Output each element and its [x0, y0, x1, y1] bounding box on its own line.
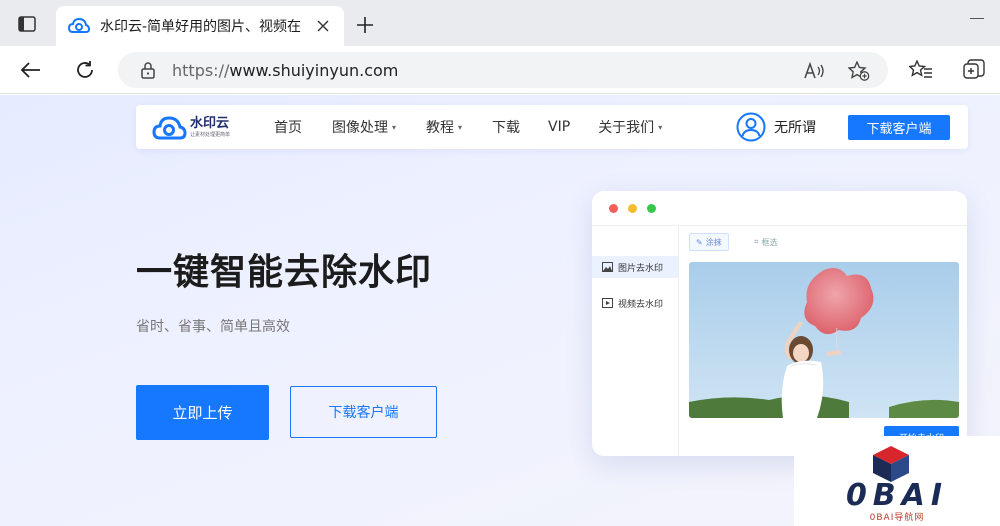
close-icon[interactable] — [312, 15, 334, 37]
site-favicon-icon — [68, 17, 90, 33]
nav-item-home[interactable]: 首页 — [274, 117, 302, 137]
sidebar-toggle-icon[interactable] — [14, 12, 40, 36]
browser-toolbar: https://www.shuiyinyun.com — [0, 46, 1000, 94]
preview-side-item-image: 图片去水印 — [592, 256, 678, 278]
add-favorite-icon[interactable] — [846, 61, 872, 81]
preview-photo — [689, 262, 959, 418]
browser-tab-bar: 水印云-简单好用的图片、视频在 — [0, 0, 1000, 46]
minimize-icon[interactable] — [970, 18, 984, 19]
nav-item-image-processing[interactable]: 图像处理 ▾ — [332, 117, 396, 137]
site-header: 水印云 让素材处理更简单 首页 图像处理 ▾ 教程 ▾ 下载 VIP 关于我们 ▾ 无… — [136, 105, 968, 149]
chevron-down-icon: ▾ — [658, 122, 663, 132]
logo-name: 水印云 — [190, 116, 230, 131]
site-nav-menu: 首页 图像处理 ▾ 教程 ▾ 下载 VIP 关于我们 ▾ — [274, 105, 662, 149]
badge-subtitle: 0BAI导航网 — [869, 513, 925, 523]
user-name: 无所谓 — [774, 120, 816, 136]
minimize-dot-icon — [628, 204, 637, 213]
nav-item-vip[interactable]: VIP — [548, 119, 570, 135]
tab-title: 水印云-简单好用的图片、视频在 — [100, 19, 302, 35]
favorites-icon[interactable] — [907, 56, 935, 84]
site-logo[interactable]: 水印云 让素材处理更简单 — [152, 113, 242, 143]
address-bar[interactable]: https://www.shuiyinyun.com — [118, 52, 888, 88]
refresh-icon[interactable] — [70, 56, 100, 84]
hero-title: 一键智能去除水印 — [136, 252, 433, 293]
image-icon — [602, 262, 613, 272]
preview-sidebar: 图片去水印 视频去水印 — [592, 225, 679, 456]
preview-tool-brush: ✎ 涂抹 — [689, 233, 729, 251]
watermark-badge: 0BAI 0BAI导航网 — [794, 436, 1000, 526]
upload-now-button[interactable]: 立即上传 — [136, 385, 269, 440]
nav-item-tutorials[interactable]: 教程 ▾ — [426, 117, 462, 137]
logo-slogan: 让素材处理更简单 — [190, 132, 231, 138]
chevron-down-icon: ▾ — [458, 122, 463, 132]
app-preview-window: 图片去水印 视频去水印 ✎ 涂抹 ⌗ 框选 — [592, 191, 967, 456]
nav-item-download[interactable]: 下载 — [492, 117, 520, 137]
preview-side-item-video: 视频去水印 — [592, 292, 678, 314]
cloud-logo-icon — [152, 116, 187, 140]
user-avatar-icon — [736, 112, 766, 142]
url-text[interactable]: https://www.shuiyinyun.com — [172, 61, 398, 80]
preview-main: ✎ 涂抹 ⌗ 框选 — [680, 225, 967, 456]
maximize-dot-icon — [647, 204, 656, 213]
download-client-button[interactable]: 下载客户端 — [290, 386, 437, 438]
back-icon[interactable] — [16, 56, 46, 84]
video-icon — [602, 298, 613, 308]
read-aloud-icon[interactable] — [802, 61, 828, 81]
chevron-down-icon: ▾ — [392, 122, 397, 132]
nav-item-about[interactable]: 关于我们 ▾ — [598, 117, 662, 137]
close-dot-icon — [609, 204, 618, 213]
preview-tool-select: ⌗ 框选 — [754, 237, 778, 247]
lock-icon[interactable] — [140, 61, 156, 79]
user-profile[interactable]: 无所谓 — [736, 112, 816, 142]
collections-icon[interactable] — [960, 56, 988, 84]
hero-subtitle: 省时、省事、简单且高效 — [136, 319, 290, 335]
header-download-client-button[interactable]: 下载客户端 — [848, 115, 950, 140]
preview-window-titlebar — [592, 191, 967, 225]
browser-tab[interactable]: 水印云-简单好用的图片、视频在 — [56, 6, 344, 46]
plus-icon[interactable] — [352, 12, 378, 38]
girl-with-balloon-image — [689, 262, 959, 418]
badge-name: 0BAI — [845, 478, 949, 513]
